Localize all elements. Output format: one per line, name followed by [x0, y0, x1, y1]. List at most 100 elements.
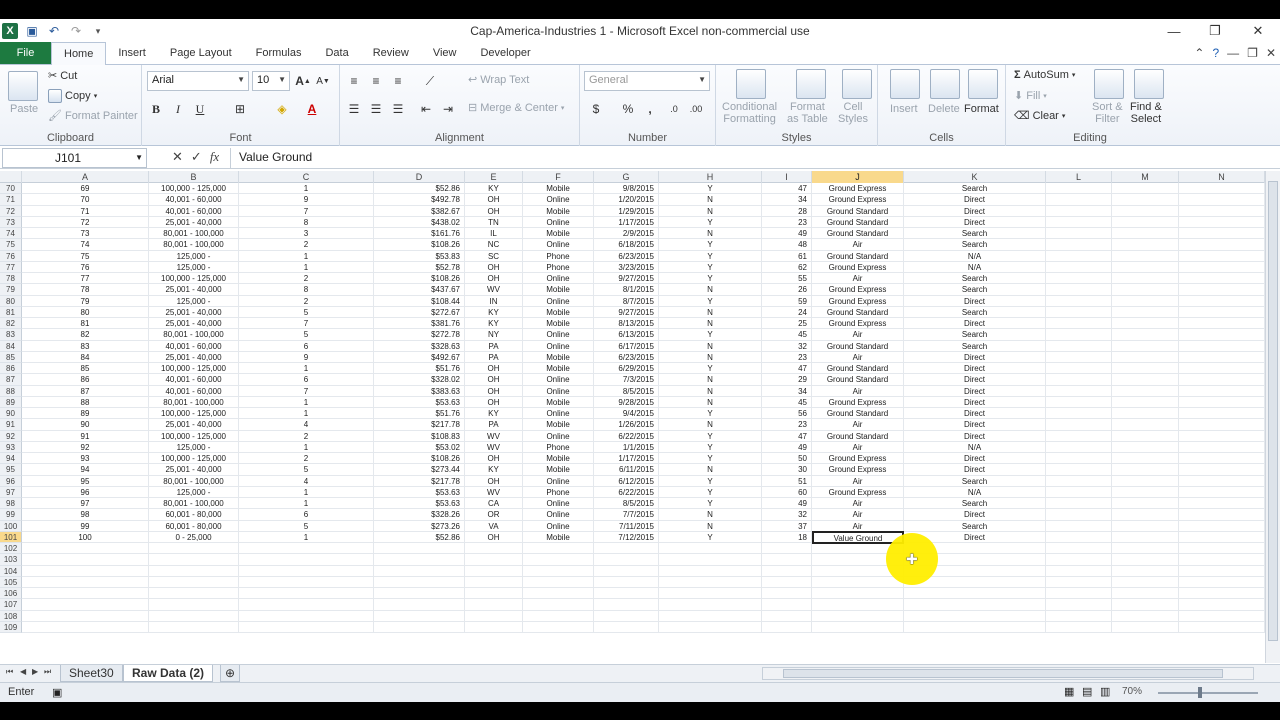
table-cell[interactable]: Online: [523, 385, 594, 397]
percent-button[interactable]: %: [618, 99, 638, 119]
horizontal-scroll-thumb[interactable]: [783, 669, 1223, 678]
table-cell[interactable]: $381.76: [374, 318, 465, 330]
table-cell[interactable]: 76: [22, 261, 149, 273]
column-header[interactable]: K: [904, 171, 1046, 183]
table-cell[interactable]: 32: [762, 509, 812, 521]
comma-button[interactable]: ,: [640, 99, 660, 119]
table-cell[interactable]: N: [659, 419, 762, 431]
sheet-tab-raw-data-2[interactable]: Raw Data (2): [123, 665, 214, 682]
macro-record-icon[interactable]: ▣: [52, 686, 62, 699]
table-cell[interactable]: [1179, 183, 1265, 195]
table-cell[interactable]: Ground Standard: [812, 430, 904, 442]
decrease-indent-icon[interactable]: ⇤: [416, 99, 436, 119]
table-cell[interactable]: Phone: [523, 250, 594, 262]
table-cell[interactable]: [1179, 250, 1265, 262]
table-cell[interactable]: 100: [22, 531, 149, 543]
minimize-workbook-icon[interactable]: —: [1227, 46, 1239, 60]
table-cell[interactable]: 6/12/2015: [594, 475, 659, 487]
table-cell[interactable]: [1112, 273, 1179, 285]
table-cell[interactable]: [1046, 621, 1112, 633]
format-table-icon[interactable]: [796, 69, 826, 99]
table-cell[interactable]: Ground Express: [812, 486, 904, 498]
table-cell[interactable]: 98: [22, 509, 149, 521]
table-cell[interactable]: [1112, 498, 1179, 510]
table-cell[interactable]: [1112, 284, 1179, 296]
table-cell[interactable]: [1179, 599, 1265, 611]
table-cell[interactable]: [1046, 306, 1112, 318]
table-cell[interactable]: 100,000 - 125,000: [149, 453, 239, 465]
table-cell[interactable]: [374, 621, 465, 633]
table-cell[interactable]: Online: [523, 498, 594, 510]
table-cell[interactable]: [1112, 430, 1179, 442]
table-cell[interactable]: Direct: [904, 363, 1046, 375]
table-cell[interactable]: VA: [465, 520, 523, 532]
row-header[interactable]: 108: [0, 610, 22, 622]
table-cell[interactable]: $108.44: [374, 295, 465, 307]
table-cell[interactable]: 77: [22, 273, 149, 285]
table-cell[interactable]: OH: [465, 531, 523, 543]
table-cell[interactable]: [1046, 250, 1112, 262]
table-cell[interactable]: 1/20/2015: [594, 194, 659, 206]
table-cell[interactable]: 2: [239, 430, 374, 442]
table-cell[interactable]: 6/13/2015: [594, 329, 659, 341]
table-cell[interactable]: [1179, 239, 1265, 251]
table-cell[interactable]: [465, 576, 523, 588]
table-cell[interactable]: 2/9/2015: [594, 228, 659, 240]
table-cell[interactable]: [149, 576, 239, 588]
table-cell[interactable]: [1112, 306, 1179, 318]
table-cell[interactable]: [149, 610, 239, 622]
table-cell[interactable]: [812, 588, 904, 600]
table-cell[interactable]: 25: [762, 318, 812, 330]
table-cell[interactable]: Direct: [904, 509, 1046, 521]
insert-cells-button[interactable]: Insert: [890, 103, 918, 115]
table-cell[interactable]: NY: [465, 329, 523, 341]
table-cell[interactable]: 125,000 -: [149, 261, 239, 273]
increase-indent-icon[interactable]: ⇥: [438, 99, 458, 119]
table-cell[interactable]: N: [659, 509, 762, 521]
table-cell[interactable]: 125,000 -: [149, 486, 239, 498]
table-cell[interactable]: Online: [523, 340, 594, 352]
table-cell[interactable]: 47: [762, 183, 812, 195]
table-cell[interactable]: Online: [523, 374, 594, 386]
row-header[interactable]: 71: [0, 194, 22, 206]
table-cell[interactable]: 4: [239, 475, 374, 487]
table-cell[interactable]: 9: [239, 194, 374, 206]
table-cell[interactable]: Ground Express: [812, 194, 904, 206]
table-cell[interactable]: [659, 599, 762, 611]
table-cell[interactable]: [1046, 588, 1112, 600]
align-top-icon[interactable]: ≡: [344, 71, 364, 91]
table-cell[interactable]: [374, 599, 465, 611]
table-cell[interactable]: [1112, 329, 1179, 341]
table-cell[interactable]: Direct: [904, 396, 1046, 408]
table-cell[interactable]: [1179, 216, 1265, 228]
table-cell[interactable]: [374, 588, 465, 600]
font-size-select[interactable]: 10 ▼: [252, 71, 290, 91]
table-cell[interactable]: $51.76: [374, 408, 465, 420]
row-header[interactable]: 74: [0, 228, 22, 240]
table-cell[interactable]: [1046, 396, 1112, 408]
table-cell[interactable]: [1179, 520, 1265, 532]
table-cell[interactable]: [762, 543, 812, 555]
table-cell[interactable]: Search: [904, 239, 1046, 251]
table-cell[interactable]: [1046, 441, 1112, 453]
table-cell[interactable]: 7/3/2015: [594, 374, 659, 386]
table-cell[interactable]: N: [659, 340, 762, 352]
excel-icon[interactable]: X: [2, 23, 18, 39]
table-cell[interactable]: Online: [523, 194, 594, 206]
table-cell[interactable]: 1: [239, 250, 374, 262]
table-cell[interactable]: [465, 599, 523, 611]
table-cell[interactable]: [1112, 621, 1179, 633]
table-cell[interactable]: $328.63: [374, 340, 465, 352]
table-cell[interactable]: 59: [762, 295, 812, 307]
table-cell[interactable]: WV: [465, 430, 523, 442]
table-cell[interactable]: [1046, 565, 1112, 577]
row-header[interactable]: 79: [0, 284, 22, 296]
table-cell[interactable]: 40,001 - 60,000: [149, 374, 239, 386]
table-cell[interactable]: [762, 565, 812, 577]
table-cell[interactable]: [1112, 554, 1179, 566]
table-cell[interactable]: [1046, 475, 1112, 487]
table-cell[interactable]: [762, 621, 812, 633]
table-cell[interactable]: [22, 610, 149, 622]
table-cell[interactable]: Online: [523, 520, 594, 532]
table-cell[interactable]: 83: [22, 340, 149, 352]
